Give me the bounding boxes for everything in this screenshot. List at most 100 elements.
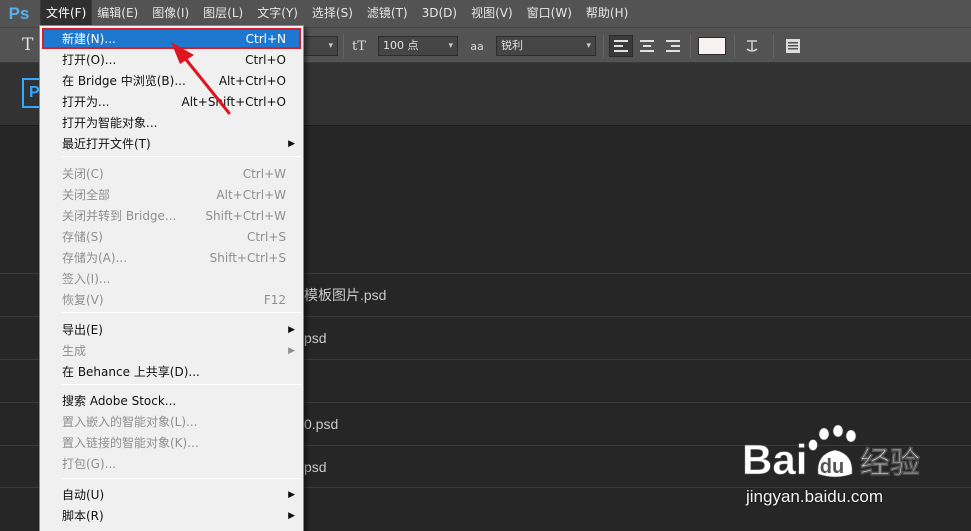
menu-item-label: 置入嵌入的智能对象(L)... [62,415,198,429]
menu-item-shortcut: Shift+Ctrl+S [209,250,286,265]
chevron-down-icon: ▾ [586,41,591,51]
menu-edit[interactable]: 编辑(E) [97,0,138,27]
watermark-url: jingyan.baidu.com [746,487,884,506]
font-size-dropdown[interactable]: 100 点 ▾ [378,36,458,56]
submenu-arrow-icon: ▶ [288,489,295,500]
menu-item-label: 打开(O)... [62,53,117,67]
menu-item-label: 签入(I)... [62,272,111,286]
menu-item-label: 自动(U) [62,488,105,502]
menu-item-close[interactable]: 关闭(C) Ctrl+W [42,163,301,184]
chevron-down-icon: ▾ [328,41,333,51]
menu-item-revert[interactable]: 恢复(V) F12 [42,289,301,310]
menu-item-label: 生成 [62,344,87,358]
align-left-button[interactable] [609,35,633,57]
menu-file[interactable]: 文件(F) [39,0,93,28]
menu-item-label: 打包(G)... [62,457,117,471]
menu-item-label: 脚本(R) [62,509,104,523]
menu-item-label: 恢复(V) [62,293,104,307]
menu-separator [62,384,301,385]
menu-separator [62,478,301,479]
align-right-button[interactable] [661,35,685,57]
menu-item-save-as[interactable]: 存储为(A)... Shift+Ctrl+S [42,247,301,268]
antialias-icon: aa [470,39,484,53]
antialias-value: 锐利 [501,39,523,52]
photoshop-logo: Ps [8,3,30,23]
menu-3d[interactable]: 3D(D) [422,0,457,27]
menu-item-shortcut: Ctrl+W [242,166,286,181]
menu-separator [62,312,301,313]
antialias-dropdown[interactable]: 锐利 ▾ [496,36,596,56]
menu-item-shortcut: Ctrl+S [246,229,286,244]
menu-item-open-smart-object[interactable]: 打开为智能对象... [42,112,301,133]
font-size-icon: tT [352,38,366,54]
menu-image[interactable]: 图像(I) [152,0,189,27]
menu-item-save[interactable]: 存储(S) Ctrl+S [42,226,301,247]
menu-view[interactable]: 视图(V) [471,0,513,27]
menu-item-browse-bridge[interactable]: 在 Bridge 中浏览(B)... Alt+Ctrl+O [42,70,301,91]
menu-item-label: 在 Bridge 中浏览(B)... [62,74,186,88]
type-tool-icon[interactable]: T [22,35,33,55]
warp-text-icon[interactable] [741,36,763,56]
menu-item-place-linked[interactable]: 置入链接的智能对象(K)... [42,432,301,453]
menu-item-share-behance[interactable]: 在 Behance 上共享(D)... [42,361,301,382]
menu-item-label: 关闭(C) [62,167,104,181]
menu-item-check-in[interactable]: 签入(I)... [42,268,301,289]
menu-item-label: 打开为智能对象... [62,116,158,130]
align-left-icon [614,40,628,52]
font-style-dropdown[interactable]: ▾ [300,36,338,56]
menu-item-close-goto-bridge[interactable]: 关闭并转到 Bridge... Shift+Ctrl+W [42,205,301,226]
divider [603,34,604,58]
menu-item-search-adobe-stock[interactable]: 搜索 Adobe Stock... [42,390,301,411]
menu-item-label: 置入链接的智能对象(K)... [62,436,199,450]
svg-text:du: du [820,456,844,478]
menu-item-label: 关闭全部 [62,188,111,202]
menu-filter[interactable]: 滤镜(T) [367,0,408,27]
character-panel-icon[interactable] [782,36,804,56]
menu-item-shortcut: F12 [263,292,286,307]
text-color-swatch[interactable] [698,37,726,55]
menu-item-shortcut: Alt+Ctrl+O [218,73,286,88]
menu-item-open-as[interactable]: 打开为... Alt+Shift+Ctrl+O [42,91,301,112]
menu-item-automate[interactable]: 自动(U) ▶ [42,484,301,505]
menu-bar: Ps 文件(F) 编辑(E) 图像(I) 图层(L) 文字(Y) 选择(S) 滤… [0,0,971,28]
menu-item-shortcut: Ctrl+O [245,52,286,67]
menu-item-close-all[interactable]: 关闭全部 Alt+Ctrl+W [42,184,301,205]
menu-item-scripts[interactable]: 脚本(R) ▶ [42,505,301,526]
menu-item-label: 在 Behance 上共享(D)... [62,365,200,379]
watermark-brand-cn: 经验 [860,446,920,481]
menu-item-label: 打开为... [62,95,110,109]
menu-window[interactable]: 窗口(W) [527,0,572,27]
menu-help[interactable]: 帮助(H) [586,0,628,27]
menu-item-label: 关闭并转到 Bridge... [62,209,177,223]
menu-item-recent-files[interactable]: 最近打开文件(T) ▶ [42,133,301,154]
submenu-arrow-icon: ▶ [288,345,295,356]
submenu-arrow-icon: ▶ [288,138,295,149]
menu-item-shortcut: Shift+Ctrl+W [205,208,286,223]
divider [343,34,344,58]
menu-select[interactable]: 选择(S) [312,0,353,27]
menu-item-shortcut: Ctrl+N [245,31,286,46]
align-center-button[interactable] [635,35,659,57]
divider [734,34,735,58]
menu-item-label: 新建(N)... [62,32,116,46]
align-center-icon [640,40,654,52]
menu-separator [62,156,301,157]
submenu-arrow-icon: ▶ [288,510,295,521]
divider [690,34,691,58]
font-size-value: 100 点 [383,39,419,52]
menu-item-export[interactable]: 导出(E) ▶ [42,319,301,340]
baidu-jingyan-watermark: Bai du 经验 jingyan.baidu.com [740,424,971,524]
menu-item-shortcut: Alt+Ctrl+W [216,187,286,202]
menu-type[interactable]: 文字(Y) [257,0,298,27]
menu-item-generate[interactable]: 生成 ▶ [42,340,301,361]
menu-item-open[interactable]: 打开(O)... Ctrl+O [42,49,301,70]
menu-item-place-embedded[interactable]: 置入嵌入的智能对象(L)... [42,411,301,432]
menu-item-label: 最近打开文件(T) [62,137,151,151]
menu-item-label: 搜索 Adobe Stock... [62,394,177,408]
watermark-brand: Bai [742,436,807,483]
divider [773,34,774,58]
menu-item-new[interactable]: 新建(N)... Ctrl+N [42,28,301,49]
menu-layer[interactable]: 图层(L) [203,0,243,27]
menu-item-label: 导出(E) [62,323,103,337]
menu-item-package[interactable]: 打包(G)... [42,453,301,474]
